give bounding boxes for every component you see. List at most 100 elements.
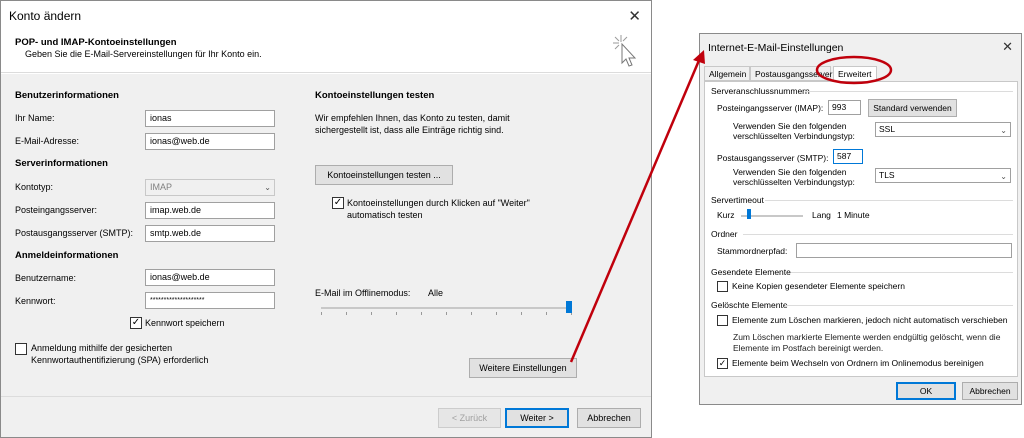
outgoing-port-label: Postausgangsserver (SMTP): — [717, 153, 829, 163]
slider-tick — [496, 312, 497, 315]
offline-slider-thumb[interactable] — [566, 301, 572, 313]
email-label: E-Mail-Adresse: — [15, 136, 80, 146]
header-title: POP- und IMAP-Kontoeinstellungen — [15, 37, 177, 48]
outgoing-server-label: Postausgangsserver (SMTP): — [15, 228, 134, 238]
group-divider — [785, 305, 1013, 306]
dialog-header: POP- und IMAP-Kontoeinstellungen Geben S… — [1, 29, 651, 73]
account-settings-dialog: Konto ändern ✕ POP- und IMAP-Kontoeinste… — [0, 0, 652, 438]
name-input[interactable]: ionas — [145, 110, 275, 127]
spa-checkbox[interactable] — [15, 343, 27, 355]
settings-cancel-button[interactable]: Abbrechen — [962, 382, 1018, 400]
incoming-enc-select[interactable]: SSL ⌄ — [875, 122, 1011, 137]
slider-tick — [471, 312, 472, 315]
test-account-button[interactable]: Kontoeinstellungen testen ... — [315, 165, 453, 185]
spa-label-line2: Kennwortauthentifizierung (SPA) erforder… — [31, 355, 209, 365]
close-icon[interactable]: ✕ — [628, 7, 641, 25]
outgoing-enc-select[interactable]: TLS ⌄ — [875, 168, 1011, 183]
more-settings-button[interactable]: Weitere Einstellungen — [469, 358, 577, 378]
group-divider — [743, 234, 1013, 235]
wizard-cursor-icon — [613, 35, 637, 67]
back-button[interactable]: < Zurück — [438, 408, 501, 428]
username-input[interactable]: ionas@web.de — [145, 269, 275, 286]
settings-dialog-title: Internet-E-Mail-Einstellungen — [708, 42, 844, 54]
advanced-tab-panel: Serveranschlussnummern Posteingangsserve… — [704, 81, 1018, 377]
save-password-checkbox[interactable]: ✓ — [130, 317, 142, 329]
purge-label: Elemente beim Wechseln von Ordnern im On… — [732, 358, 984, 368]
incoming-port-input[interactable]: 993 — [828, 100, 861, 115]
ports-group-label: Serveranschlussnummern — [711, 86, 810, 96]
test-desc-line1: Wir empfehlen Ihnen, das Konto zu testen… — [315, 113, 510, 123]
no-copies-label: Keine Kopien gesendeter Elemente speiche… — [732, 281, 905, 291]
timeout-value: 1 Minute — [837, 210, 870, 220]
group-divider — [805, 91, 1013, 92]
mark-delete-checkbox[interactable] — [717, 315, 728, 326]
mark-delete-label: Elemente zum Löschen markieren, jedoch n… — [732, 315, 1008, 325]
incoming-enc-label-line1: Verwenden Sie den folgenden — [733, 121, 847, 131]
password-label: Kennwort: — [15, 296, 56, 306]
account-type-select: IMAP ⌄ — [145, 179, 275, 196]
incoming-enc-label-line2: verschlüsselten Verbindungstyp: — [733, 131, 855, 141]
outgoing-server-input[interactable]: smtp.web.de — [145, 225, 275, 242]
internet-email-settings-dialog: Internet-E-Mail-Einstellungen ✕ Allgemei… — [699, 33, 1022, 405]
auto-test-label-line2: automatisch testen — [347, 210, 423, 220]
no-copies-checkbox[interactable] — [717, 281, 728, 292]
email-input[interactable]: ionas@web.de — [145, 133, 275, 150]
deleted-group-label: Gelöschte Elemente — [711, 300, 788, 310]
timeout-short-label: Kurz — [717, 210, 735, 220]
timeout-group-label: Servertimeout — [711, 195, 764, 205]
account-type-label: Kontotyp: — [15, 182, 54, 192]
server-info-heading: Serverinformationen — [15, 158, 108, 169]
tab-general[interactable]: Allgemein — [704, 66, 750, 81]
account-type-value: IMAP — [150, 182, 173, 192]
mark-delete-info-line2: Elemente im Postfach bereinigt werden. — [733, 343, 884, 353]
slider-tick — [421, 312, 422, 315]
slider-tick — [371, 312, 372, 315]
slider-tick — [521, 312, 522, 315]
root-folder-input[interactable] — [796, 243, 1012, 258]
auto-test-label-line1: Kontoeinstellungen durch Klicken auf "We… — [347, 198, 530, 208]
login-info-heading: Anmeldeinformationen — [15, 250, 119, 261]
folder-group-label: Ordner — [711, 229, 738, 239]
offline-slider-track — [321, 307, 571, 309]
incoming-server-label: Posteingangsserver: — [15, 205, 98, 215]
save-password-label: Kennwort speichern — [145, 318, 225, 328]
use-default-button[interactable]: Standard verwenden — [868, 99, 957, 117]
timeout-long-label: Lang — [812, 210, 831, 220]
test-desc-line2: sichergestellt ist, dass alle Einträge r… — [315, 125, 504, 135]
timeout-slider-thumb[interactable] — [747, 209, 752, 219]
spa-label-line1: Anmeldung mithilfe der gesicherten — [31, 343, 173, 353]
ok-button[interactable]: OK — [896, 382, 956, 400]
tab-outgoing-server[interactable]: Postausgangsserver — [750, 66, 833, 81]
group-divider — [791, 272, 1013, 273]
chevron-down-icon: ⌄ — [1000, 126, 1007, 135]
incoming-server-input[interactable]: imap.web.de — [145, 202, 275, 219]
dialog-title: Konto ändern — [9, 9, 82, 23]
outgoing-port-input[interactable]: 587 — [833, 149, 863, 164]
incoming-enc-value: SSL — [879, 124, 896, 134]
tab-advanced[interactable]: Erweitert — [833, 66, 877, 82]
header-subtitle: Geben Sie die E-Mail-Servereinstellungen… — [25, 49, 262, 59]
chevron-down-icon: ⌄ — [264, 183, 271, 192]
root-folder-label: Stammordnerpfad: — [717, 246, 788, 256]
auto-test-checkbox[interactable]: ✓ — [332, 197, 344, 209]
purge-checkbox[interactable]: ✓ — [717, 358, 728, 369]
test-settings-heading: Kontoeinstellungen testen — [315, 90, 435, 101]
password-input[interactable]: ******************** — [145, 292, 275, 309]
settings-close-icon[interactable]: ✕ — [1002, 39, 1013, 55]
outgoing-enc-value: TLS — [879, 170, 895, 180]
slider-tick — [396, 312, 397, 315]
offline-mode-value: Alle — [428, 288, 444, 298]
next-button[interactable]: Weiter > — [505, 408, 569, 428]
cancel-button[interactable]: Abbrechen — [577, 408, 641, 428]
slider-tick — [346, 312, 347, 315]
mark-delete-info-line1: Zum Löschen markierte Elemente werden en… — [733, 332, 1001, 342]
username-label: Benutzername: — [15, 273, 77, 283]
sent-group-label: Gesendete Elemente — [711, 267, 791, 277]
user-info-heading: Benutzerinformationen — [15, 90, 119, 101]
slider-tick — [321, 312, 322, 315]
offline-mode-label: E-Mail im Offlinemodus: — [315, 288, 411, 298]
slider-tick — [446, 312, 447, 315]
group-divider — [765, 200, 1013, 201]
slider-tick — [546, 312, 547, 315]
incoming-port-label: Posteingangsserver (IMAP): — [717, 103, 824, 113]
